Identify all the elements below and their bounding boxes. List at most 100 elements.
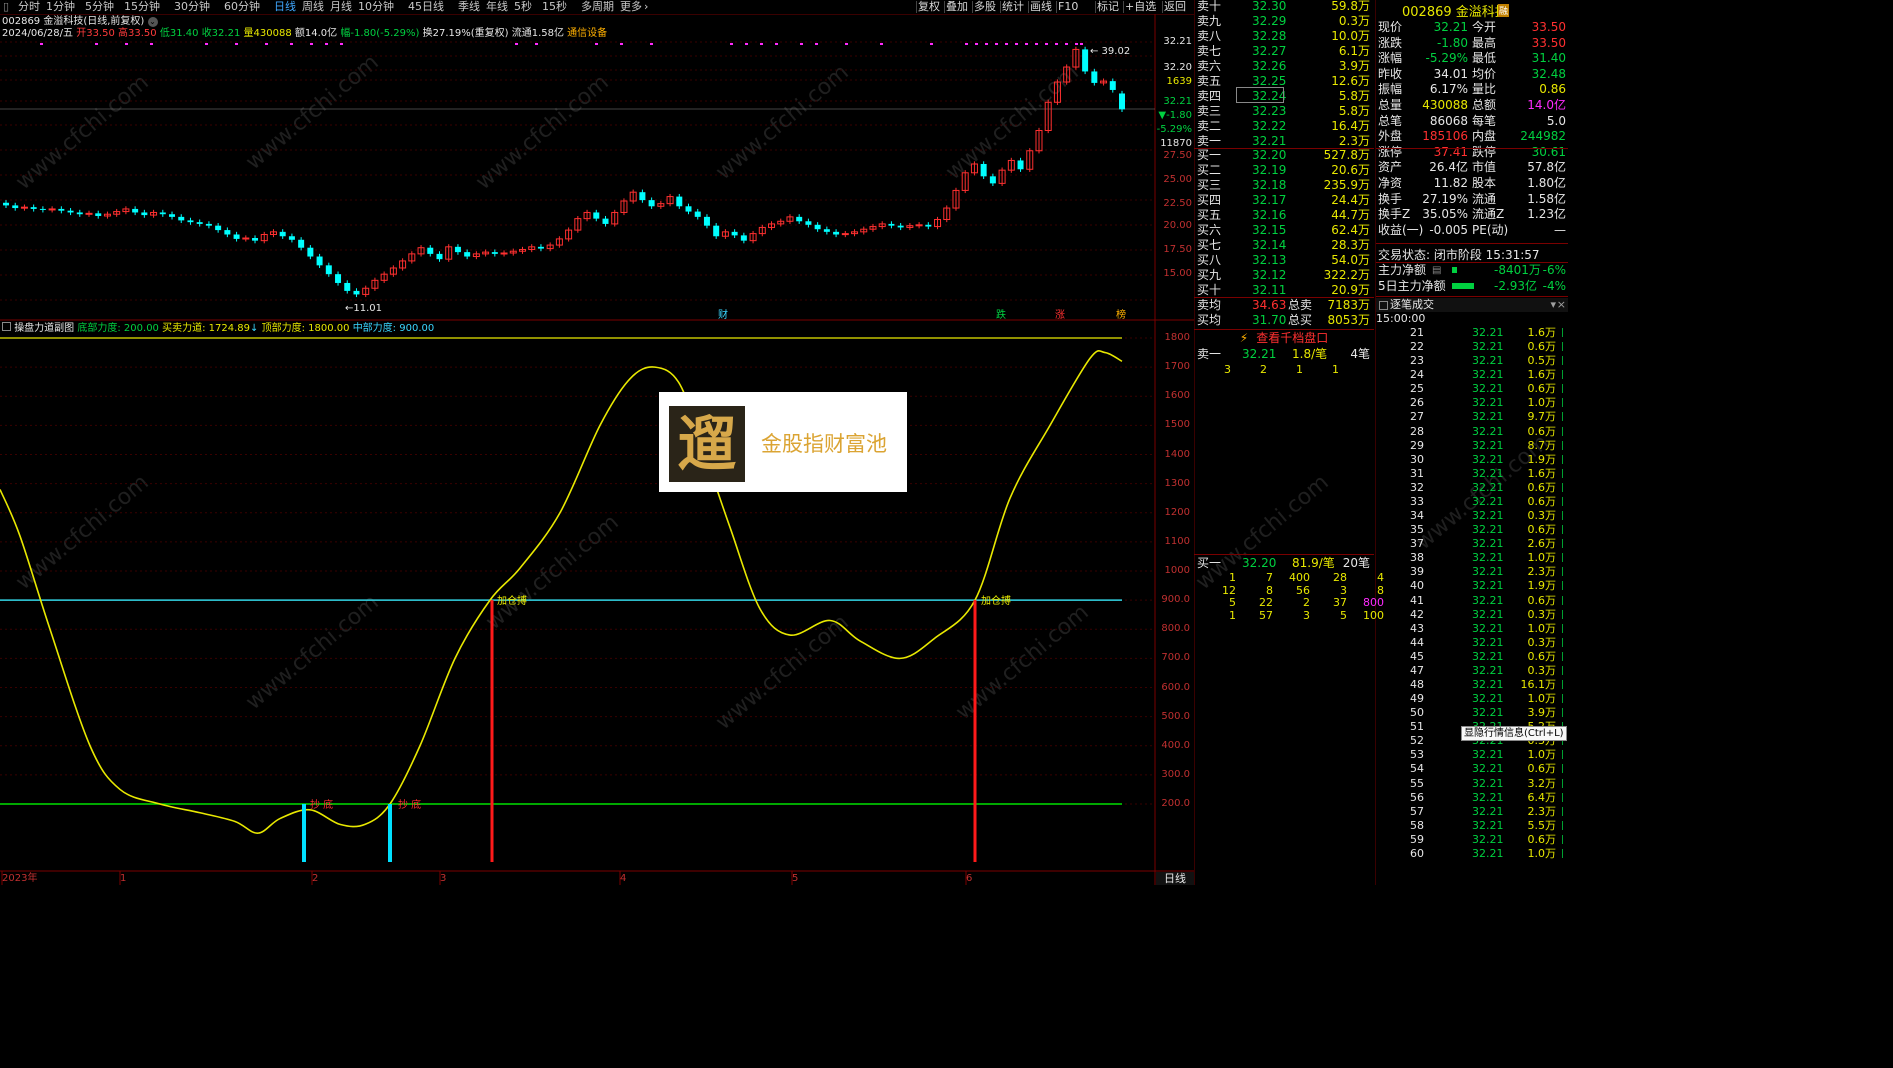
orderbook-row[interactable]: 卖六 32.26 3.9万 (1196, 59, 1372, 74)
event-mark-bang[interactable]: 榜 (1116, 308, 1126, 321)
quote-label: PE(动) (1472, 222, 1509, 237)
x-axis-label: 6 (966, 873, 973, 884)
tick-row: 29 32.21 8.7万 | (1376, 439, 1568, 453)
tick-price: 32.21 (1472, 523, 1504, 537)
orderbook-row[interactable]: 买三 32.18 235.9万 (1196, 178, 1372, 193)
tick-price: 32.21 (1472, 692, 1504, 706)
indicator-name[interactable]: 操盘力道副图 (14, 323, 74, 334)
orderbook-price: 32.17 (1252, 193, 1287, 207)
orderbook-row[interactable]: 卖七 32.27 6.1万 (1196, 44, 1372, 59)
queue-item: 1 (1229, 608, 1236, 622)
orderbook-row[interactable]: 卖三 32.23 5.8万 (1196, 104, 1372, 119)
signal-dot (325, 43, 328, 45)
orderbook-row[interactable]: 买一 32.20 527.8万 (1196, 148, 1372, 163)
total-sell-label: 总卖 (1288, 298, 1313, 312)
candle-body (833, 231, 840, 235)
orderbook-row[interactable]: 买六 32.15 62.4万 (1196, 223, 1372, 238)
event-mark-zhang[interactable]: 涨 (1055, 309, 1065, 321)
tick-price: 32.21 (1472, 452, 1504, 466)
orderbook-row[interactable]: 买四 32.17 24.4万 (1196, 193, 1372, 208)
main-flow-row: 主力净额 ▤ -8401万 -6% (1376, 263, 1568, 278)
tick-direction: | (1560, 398, 1564, 409)
orderbook-row[interactable]: 卖八 32.28 10.0万 (1196, 29, 1372, 44)
kline-axis-label: 27.50 (1163, 150, 1192, 161)
orderbook-row[interactable]: 买八 32.13 54.0万 (1196, 253, 1372, 268)
orderbook-row[interactable]: 买五 32.16 44.7万 (1196, 208, 1372, 223)
orderbook-price: 32.11 (1252, 283, 1287, 297)
tick-price: 32.21 (1472, 621, 1504, 635)
orderbook-row[interactable]: 卖五 32.25 12.6万 (1196, 74, 1372, 89)
tick-second: 58 (1410, 818, 1424, 832)
tick-row: 24 32.21 1.6万 | (1376, 368, 1568, 382)
signal-dot (975, 43, 978, 45)
orderbook-level-label: 卖六 (1197, 59, 1222, 73)
candle-body (159, 212, 166, 215)
quote-label: 总量 (1378, 98, 1403, 112)
quote-value: 32.21 (1433, 20, 1468, 34)
signal-dot (1015, 43, 1018, 45)
indicator-axis-label: 1200 (1164, 506, 1190, 518)
signal-dot (1005, 43, 1008, 45)
orderbook-row[interactable]: 卖九 32.29 0.3万 (1196, 14, 1372, 29)
collapse-icon[interactable] (2, 322, 11, 331)
collapse-icon[interactable] (1379, 301, 1388, 310)
signal-dot (535, 43, 538, 45)
tick-volume: 0.3万 (1527, 509, 1557, 523)
orderbook-row[interactable]: 买十 32.11 20.9万 (1196, 283, 1372, 298)
chart-area[interactable]: ← 39.02 ←11.01 财 跌 涨 榜加仓搏 加仓搏抄 底 抄 底 (0, 0, 1194, 885)
event-mark-die[interactable]: 跌 (996, 308, 1006, 321)
quote-label: 流通 (1472, 191, 1497, 206)
queue-item: 56 (1296, 583, 1310, 597)
xaxis-tab-day[interactable]: 日线 (1156, 872, 1194, 885)
main5-flow-pct: -4% (1542, 279, 1566, 293)
orderbook-volume: 20.9万 (1331, 283, 1370, 297)
tick-row: 60 32.21 1.0万 | (1376, 847, 1568, 861)
orderbook-row[interactable]: 买七 32.14 28.3万 (1196, 238, 1372, 253)
orderbook-volume: 5.8万 (1338, 89, 1370, 103)
orderbook-row[interactable]: 卖一 32.21 2.3万 (1196, 134, 1372, 149)
orderbook-row[interactable]: 卖十 32.30 59.8万 (1196, 0, 1372, 14)
kline-axis-label: -5.29% (1156, 124, 1192, 135)
close-icon[interactable]: × (1557, 298, 1566, 312)
filter-icon[interactable]: ▾ (1550, 298, 1556, 312)
orderbook-row[interactable]: 买九 32.12 322.2万 (1196, 268, 1372, 283)
event-mark-fin[interactable]: 财 (718, 308, 728, 321)
signal-dot (290, 43, 293, 45)
tick-row: 50 32.21 3.9万 | (1376, 706, 1568, 720)
orderbook-row[interactable]: 卖四 32.24 5.8万 (1196, 89, 1372, 104)
add-signal-bar (490, 600, 494, 862)
candle-body (685, 206, 692, 212)
orderbook-level-label: 卖二 (1197, 119, 1222, 133)
tick-row: 23 32.21 0.5万 | (1376, 354, 1568, 368)
tick-price: 32.21 (1472, 804, 1504, 818)
calendar-icon[interactable]: ▤ (1432, 263, 1441, 278)
tick-volume: 3.2万 (1527, 776, 1557, 790)
orderbook-price: 32.27 (1252, 44, 1287, 58)
candle-body (307, 247, 314, 257)
quote-value: 6.17% (1429, 82, 1468, 97)
quote-divider (1376, 243, 1568, 244)
orderbook-row[interactable]: 卖二 32.22 16.4万 (1196, 119, 1372, 134)
quote-row: 换手Z 35.05% 流通Z 1.23亿 (1376, 207, 1568, 222)
candle-body (676, 196, 683, 207)
indicator-axis-label: 1800 (1164, 332, 1190, 343)
tick-volume: 1.0万 (1527, 396, 1557, 410)
tick-row: 56 32.21 6.4万 | (1376, 791, 1568, 805)
quote-label: 每笔 (1472, 113, 1497, 128)
candle-body (95, 213, 102, 216)
orderbook-row[interactable]: 买二 32.19 20.6万 (1196, 163, 1372, 178)
tick-direction: | (1560, 440, 1564, 451)
tick-volume: 0.6万 (1527, 382, 1557, 396)
queue-item: 1 (1296, 363, 1303, 376)
thousand-link[interactable]: ⚡ 查看千档盘口 (1194, 330, 1374, 346)
indicator-axis-label: 400.0 (1161, 739, 1190, 751)
tick-row: 59 32.21 0.6万 | (1376, 833, 1568, 847)
candle-body (242, 237, 250, 240)
candle-body (713, 225, 720, 237)
kline-axis-label: 25.00 (1163, 174, 1192, 185)
candle-body (20, 206, 28, 209)
tick-second: 26 (1410, 396, 1424, 410)
queue-item: 57 (1259, 608, 1273, 622)
indicator-axis-label: 1100 (1164, 535, 1190, 547)
tick-direction: | (1560, 426, 1564, 437)
